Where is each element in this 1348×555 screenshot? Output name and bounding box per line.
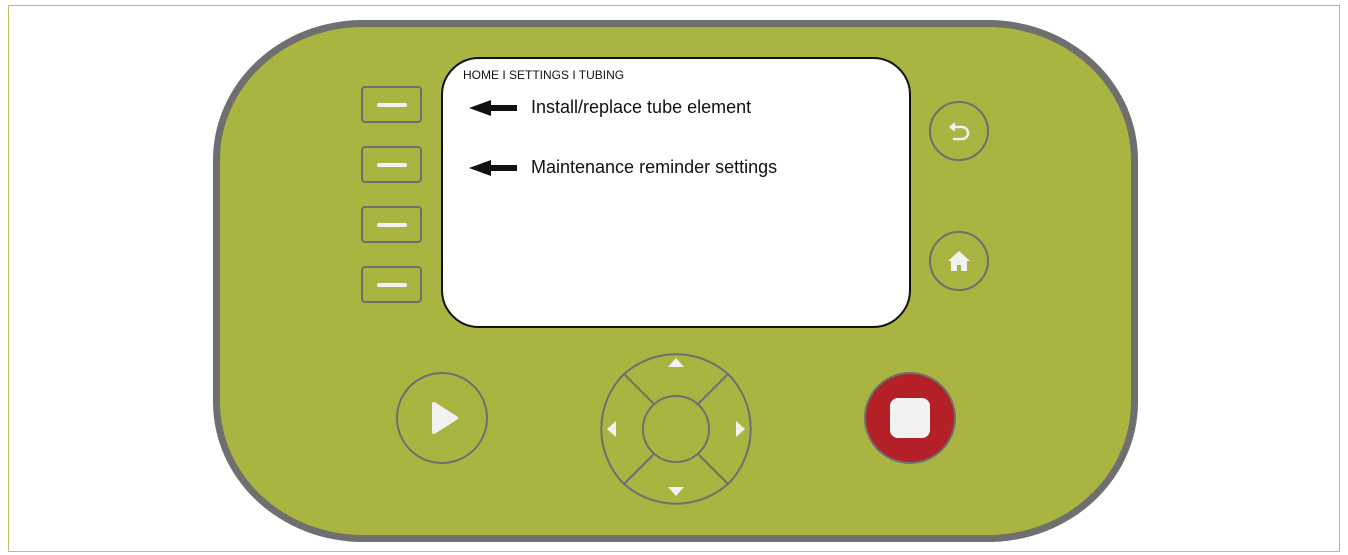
menu-item-label: Install/replace tube element xyxy=(531,97,752,117)
display-screen: HOME I SETTINGS I TUBING Install/replace… xyxy=(441,57,911,328)
dash-icon xyxy=(377,223,407,227)
breadcrumb: HOME I SETTINGS I TUBING xyxy=(463,68,625,82)
softkey-2-button[interactable] xyxy=(361,146,422,183)
menu-item-install-tube: Install/replace tube element xyxy=(469,97,751,118)
dash-icon xyxy=(377,163,407,167)
back-button[interactable] xyxy=(929,101,989,161)
stop-button[interactable] xyxy=(864,372,956,464)
menu-item-maintenance-reminder: Maintenance reminder settings xyxy=(469,157,777,178)
directional-pad xyxy=(600,353,752,505)
back-arrow-icon xyxy=(949,122,970,141)
dash-icon xyxy=(377,103,407,107)
dash-icon xyxy=(377,283,407,287)
play-button[interactable] xyxy=(396,372,488,464)
left-arrow-icon xyxy=(469,159,517,176)
softkey-1-button[interactable] xyxy=(361,86,422,123)
center-button[interactable] xyxy=(642,395,710,463)
stop-icon xyxy=(890,398,930,438)
menu-item-label: Maintenance reminder settings xyxy=(531,157,778,177)
home-icon xyxy=(948,251,970,271)
play-icon xyxy=(432,402,458,434)
softkey-3-button[interactable] xyxy=(361,206,422,243)
softkey-4-button[interactable] xyxy=(361,266,422,303)
left-arrow-icon xyxy=(469,99,517,116)
home-button[interactable] xyxy=(929,231,989,291)
